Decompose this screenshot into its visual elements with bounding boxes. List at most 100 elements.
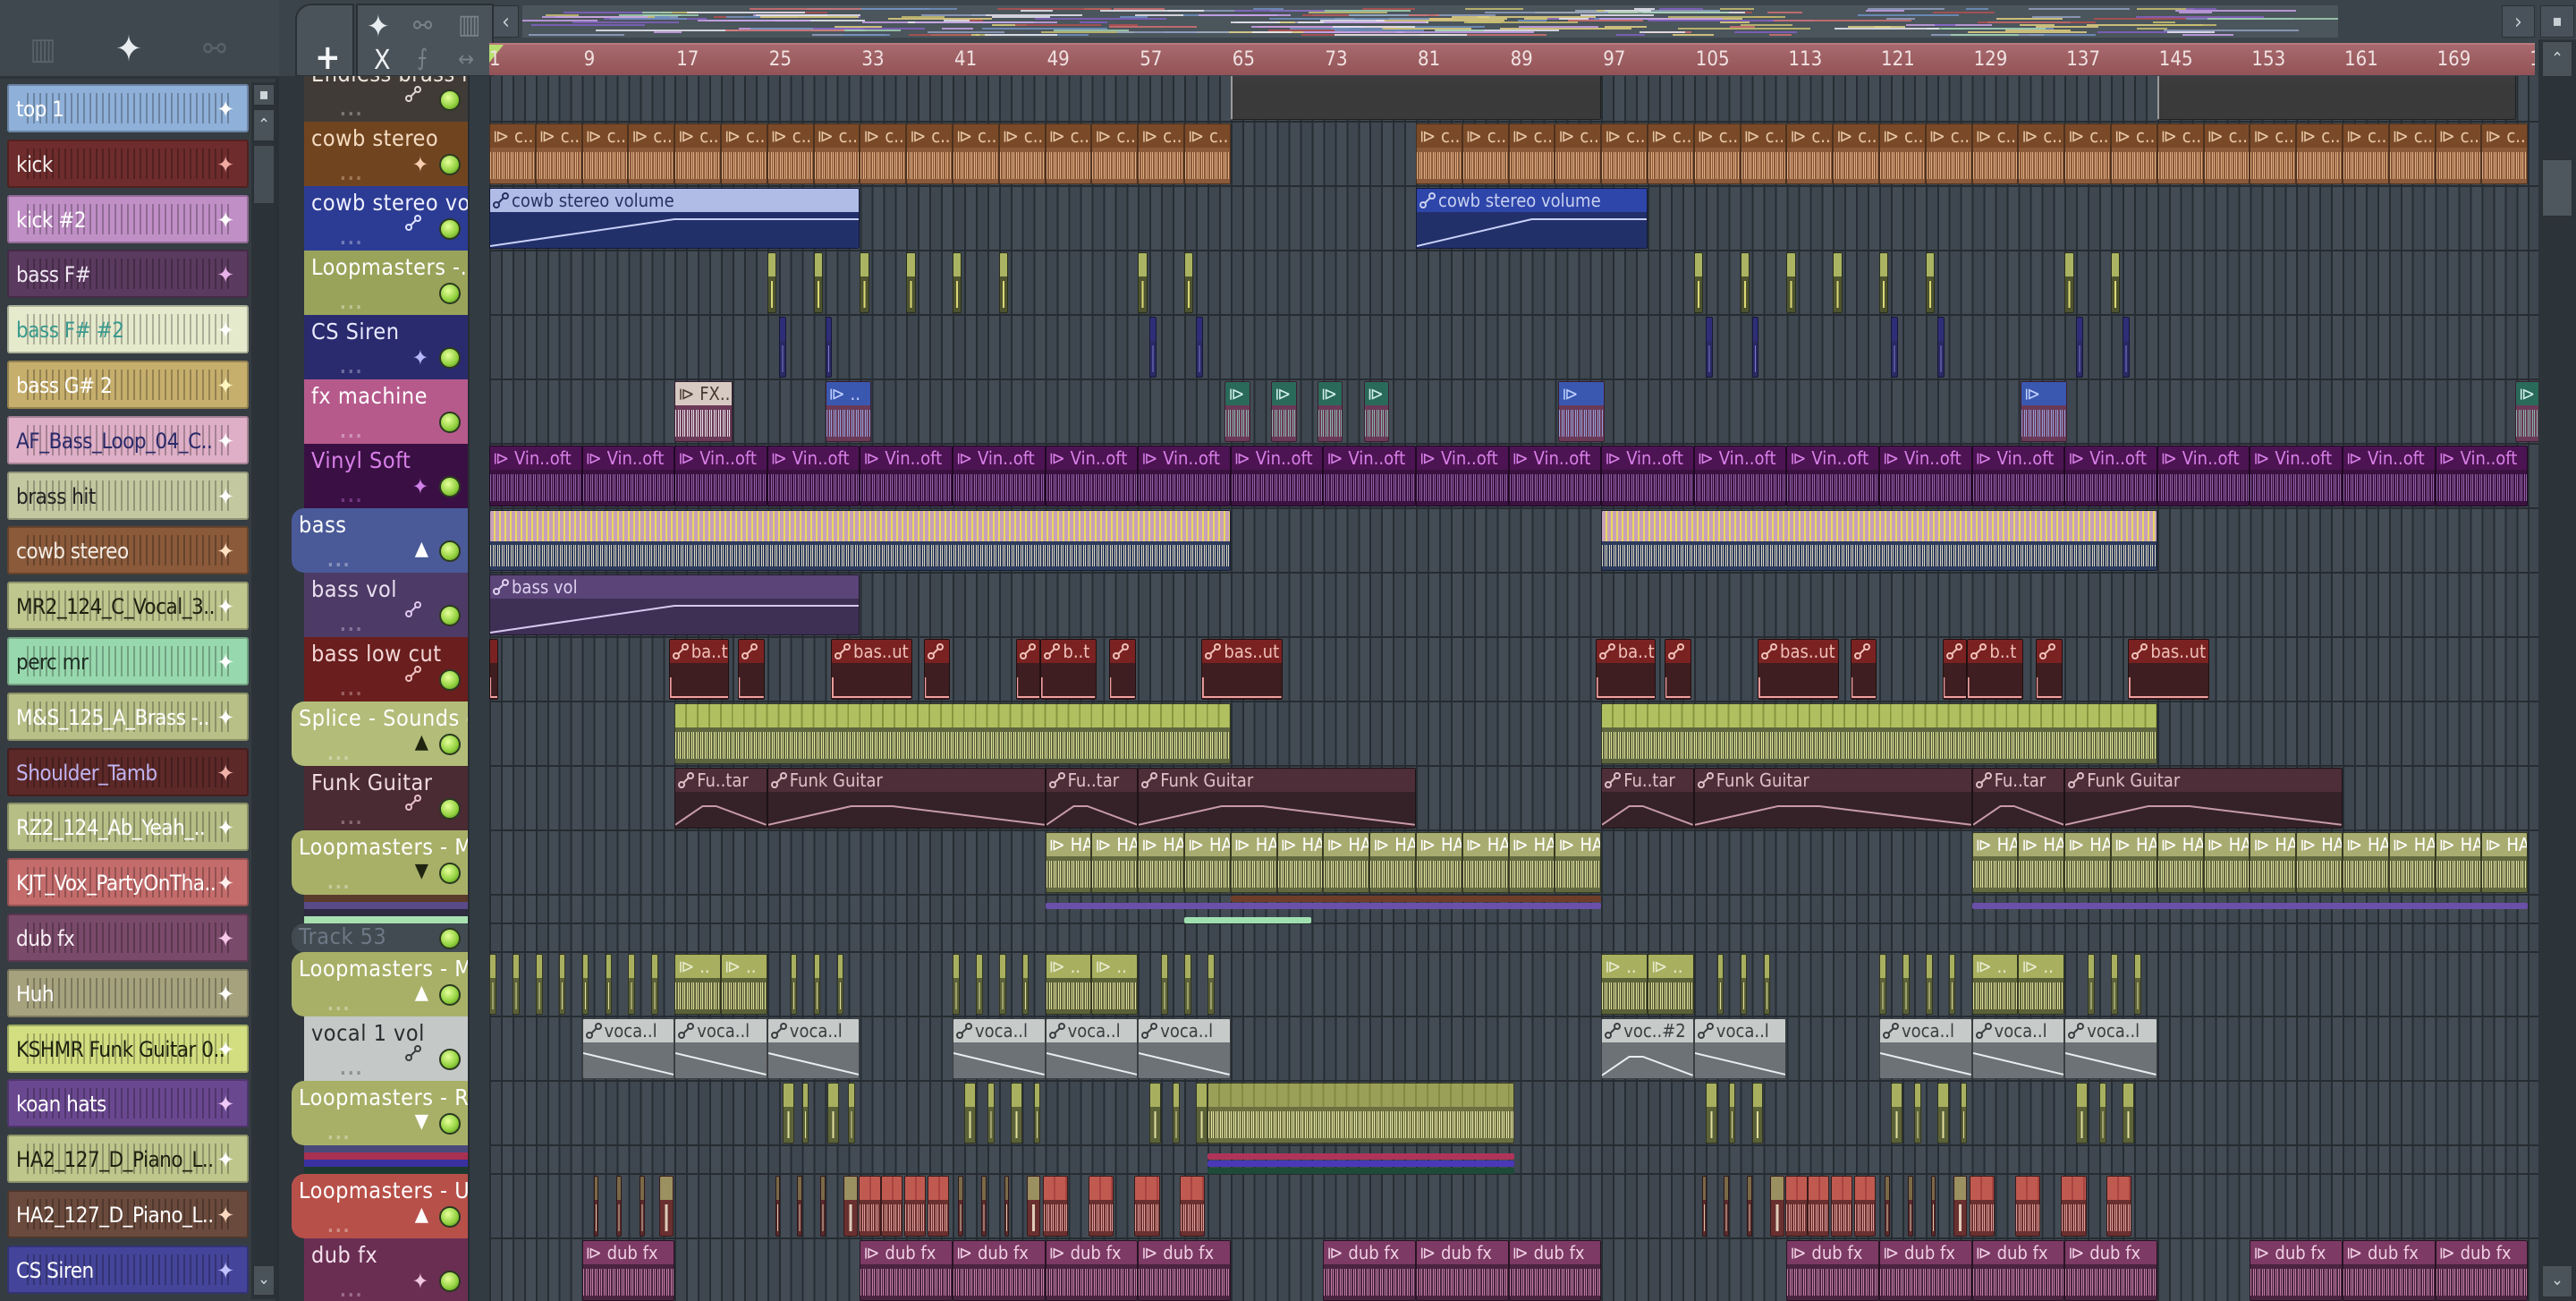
playlist-clip[interactable]: ⧐ c.. bbox=[2157, 123, 2204, 184]
playlist-clip[interactable]: voca..l bbox=[2064, 1018, 2157, 1079]
playlist-clip[interactable]: Funk Guitar bbox=[767, 768, 1046, 829]
playlist-clip[interactable]: ba..t bbox=[1595, 639, 1657, 700]
playlist-clip[interactable] bbox=[1021, 954, 1030, 1015]
playlist-clip[interactable] bbox=[1970, 1176, 1996, 1237]
playlist-clip[interactable] bbox=[860, 252, 869, 313]
playlist-clip[interactable] bbox=[1785, 1176, 1808, 1237]
more-options[interactable]: ... bbox=[340, 1058, 364, 1079]
playlist-clip[interactable]: ⧐ Vin..oft bbox=[2064, 446, 2157, 506]
playlist-clip[interactable] bbox=[1601, 510, 2157, 571]
envelope-line[interactable] bbox=[1602, 1057, 1693, 1076]
playlist-clip[interactable]: ⧐ c.. bbox=[2435, 123, 2482, 184]
playlist-clip[interactable] bbox=[1913, 1083, 1921, 1144]
playlist-clip[interactable] bbox=[512, 954, 520, 1015]
playlist-clip[interactable]: ⧐ c.. bbox=[2111, 123, 2157, 184]
browser-clip-item[interactable]: KSHMR Funk Guitar 0.. ✦ bbox=[7, 1024, 249, 1073]
playlist-clip[interactable] bbox=[2111, 252, 2121, 313]
automation-envelope[interactable] bbox=[1597, 663, 1655, 699]
track-header[interactable]: CS Siren... ✦ bbox=[304, 315, 468, 379]
playlist-clip[interactable]: ⧐HA2..8A bbox=[2203, 832, 2250, 893]
playlist-clip[interactable] bbox=[2076, 1083, 2089, 1144]
envelope-line[interactable] bbox=[490, 219, 859, 246]
playlist-clip[interactable]: bas..ut bbox=[2128, 639, 2210, 700]
playlist-clip[interactable] bbox=[659, 1176, 674, 1237]
playlist-clip[interactable] bbox=[953, 252, 962, 313]
scroll-down-button[interactable]: ⌄ bbox=[253, 1265, 275, 1296]
scroll-top-button[interactable]: ▪ bbox=[253, 84, 275, 106]
playlist-clip[interactable] bbox=[2157, 76, 2517, 120]
playlist-clip[interactable] bbox=[1807, 1176, 1830, 1237]
playlist-clip[interactable]: ⧐ bbox=[1224, 381, 1250, 442]
playlist-clip[interactable] bbox=[1230, 76, 1602, 120]
playlist-clip[interactable]: ⧐.. bbox=[1045, 954, 1092, 1015]
playlist-clip[interactable]: ⧐HA2..8A bbox=[1555, 832, 1602, 893]
playlist-clip[interactable] bbox=[1601, 703, 2157, 764]
automation-envelope[interactable] bbox=[1695, 1042, 1786, 1078]
playlist-clip[interactable]: Funk Guitar bbox=[1693, 768, 1972, 829]
track-header[interactable]: dub fx... ✦ bbox=[304, 1238, 468, 1301]
playlist-clip[interactable] bbox=[790, 954, 798, 1015]
playlist-clip[interactable] bbox=[1902, 954, 1910, 1015]
scroll-right-button[interactable]: › bbox=[2502, 5, 2535, 38]
playlist-clip[interactable]: ⧐HA2..8A bbox=[2296, 832, 2343, 893]
envelope-line[interactable] bbox=[1666, 677, 1691, 697]
zoom-handle-button[interactable]: ▪ bbox=[2540, 5, 2574, 38]
playlist-clip[interactable]: ⧐HA2..8A bbox=[1369, 832, 1416, 893]
playlist-clip[interactable]: ⧐ dub fx bbox=[581, 1240, 675, 1301]
playlist-clip[interactable]: ⧐ bbox=[1317, 381, 1343, 442]
collapse-triangle-icon[interactable]: ▲ bbox=[415, 1203, 428, 1226]
playlist-clip[interactable]: Fu..tar bbox=[1045, 768, 1139, 829]
playlist-clip[interactable]: bass vol bbox=[489, 574, 860, 635]
playlist-clip[interactable]: ⧐HA2..8A bbox=[1184, 832, 1231, 893]
playlist-clip[interactable]: cowb stereo volume bbox=[489, 188, 860, 249]
track-header[interactable]: Track 53 bbox=[292, 923, 468, 952]
playlist-clip[interactable] bbox=[1786, 252, 1796, 313]
envelope-line[interactable] bbox=[675, 806, 767, 825]
playlist-clip[interactable]: Fu..tar bbox=[1601, 768, 1694, 829]
playlist-clip[interactable]: ⧐ Vin..oft bbox=[1323, 446, 1416, 506]
playlist-clip[interactable]: cowb stereo volume bbox=[1416, 188, 1648, 249]
lane-clip[interactable] bbox=[1230, 896, 1602, 902]
playlist-clip[interactable]: ⧐ dub fx bbox=[860, 1240, 953, 1301]
track-header[interactable]: Vinyl Soft... ✦ bbox=[304, 444, 468, 508]
playlist-clip[interactable]: ⧐ c.. bbox=[1925, 123, 1972, 184]
more-options[interactable]: ... bbox=[327, 872, 352, 893]
envelope-line[interactable] bbox=[675, 1053, 767, 1075]
automation-envelope[interactable] bbox=[1852, 663, 1877, 699]
playlist-clip[interactable]: ⧐ Vin..oft bbox=[489, 446, 582, 506]
envelope-line[interactable] bbox=[1203, 677, 1282, 697]
automation-envelope[interactable] bbox=[1110, 663, 1135, 699]
playlist-clip[interactable] bbox=[593, 1176, 598, 1237]
playlist-clip[interactable]: ⧐ c.. bbox=[953, 123, 999, 184]
playlist-clip[interactable] bbox=[651, 954, 659, 1015]
playlist-clip[interactable]: ⧐ dub fx bbox=[1786, 1240, 1879, 1301]
browser-clip-item[interactable]: CS Siren ✦ bbox=[7, 1245, 249, 1294]
playlist-clip[interactable] bbox=[1908, 1176, 1913, 1237]
more-options[interactable]: ... bbox=[327, 1215, 352, 1237]
lane-clip[interactable] bbox=[1184, 917, 1312, 923]
playlist-clip[interactable]: ⧐HA2..8A bbox=[1462, 832, 1509, 893]
playlist-clip[interactable]: b..t bbox=[1967, 639, 2023, 700]
more-options[interactable]: ... bbox=[340, 292, 364, 313]
playlist-clip[interactable] bbox=[813, 252, 823, 313]
playlist-clip[interactable]: bas..ut bbox=[1201, 639, 1284, 700]
playlist-clip[interactable] bbox=[1010, 1083, 1022, 1144]
playlist-clip[interactable]: ⧐ Vin..oft bbox=[1879, 446, 1972, 506]
playlist-clip[interactable] bbox=[2106, 1176, 2132, 1237]
playlist-clip[interactable] bbox=[1751, 1083, 1764, 1144]
playlist-clip[interactable]: ⧐HA2..8A bbox=[2250, 832, 2297, 893]
playlist-clip[interactable] bbox=[1088, 1176, 1114, 1237]
playlist-clip[interactable]: voca..l bbox=[1693, 1018, 1787, 1079]
automation-envelope[interactable] bbox=[583, 1042, 674, 1078]
playlist-clip[interactable]: ⧐ Vin..oft bbox=[860, 446, 953, 506]
playlist-clip[interactable] bbox=[813, 954, 821, 1015]
playlist-clip[interactable] bbox=[975, 954, 983, 1015]
playlist-clip[interactable]: voca..l bbox=[1971, 1018, 2065, 1079]
playlist-clip[interactable] bbox=[674, 703, 1231, 764]
playlist-clip[interactable]: ⧐ Vin..oft bbox=[767, 446, 860, 506]
envelope-line[interactable] bbox=[490, 677, 497, 697]
playlist-clip[interactable] bbox=[2064, 252, 2074, 313]
playlist-clip[interactable] bbox=[1751, 317, 1759, 378]
playlist-clip[interactable]: ⧐.. bbox=[825, 381, 872, 442]
playlist-clip[interactable] bbox=[927, 1176, 950, 1237]
